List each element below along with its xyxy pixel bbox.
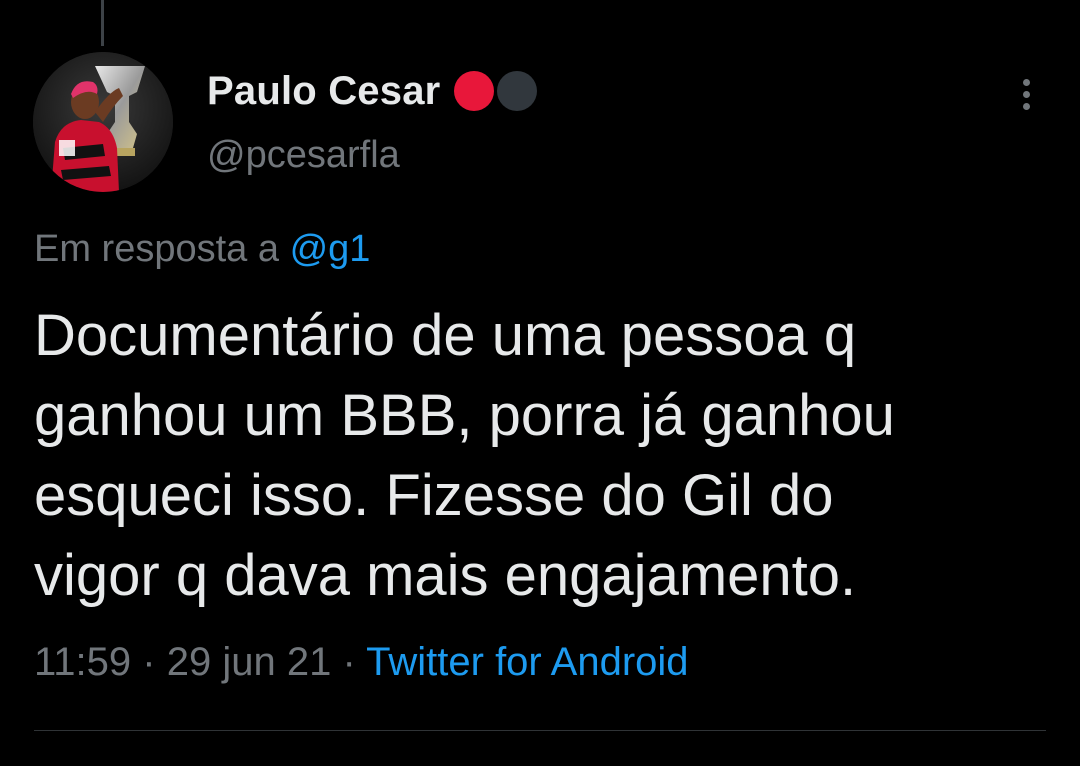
- author-display-name[interactable]: Paulo Cesar: [207, 69, 440, 114]
- tweet-meta: 11:59 · 29 jun 21 · Twitter for Android: [34, 640, 689, 685]
- meta-separator: ·: [342, 640, 356, 684]
- more-options-icon[interactable]: [1008, 72, 1044, 116]
- name-emoji-group: [454, 71, 540, 111]
- avatar[interactable]: [33, 52, 173, 192]
- tweet-text-line: ganhou um BBB, porra já ganhou: [34, 383, 895, 448]
- meta-separator: ·: [142, 640, 156, 684]
- avatar-image: [33, 52, 173, 192]
- reply-mention-link[interactable]: @g1: [290, 228, 371, 270]
- reply-context: Em resposta a @g1: [34, 228, 370, 271]
- reply-prefix: Em resposta a: [34, 228, 279, 270]
- tweet-source-link[interactable]: Twitter for Android: [366, 640, 688, 684]
- tweet-text: Documentário de uma pessoa q ganhou um B…: [34, 296, 1044, 616]
- more-dot: [1022, 90, 1030, 98]
- tweet-date[interactable]: 29 jun 21: [167, 640, 332, 684]
- divider: [34, 730, 1046, 731]
- tweet-text-line: esqueci isso. Fizesse do Gil do: [34, 463, 834, 528]
- author-handle[interactable]: @pcesarfla: [207, 134, 400, 177]
- tweet-time[interactable]: 11:59: [34, 640, 131, 684]
- red-circle-icon: [454, 71, 495, 111]
- thread-connector-line: [101, 0, 104, 46]
- author-name-row[interactable]: Paulo Cesar: [207, 66, 540, 116]
- tweet-text-line: vigor q dava mais engajamento.: [34, 543, 857, 608]
- more-dot: [1022, 78, 1030, 86]
- more-dot: [1022, 102, 1030, 110]
- black-circle-icon: [497, 71, 538, 111]
- tweet-text-line: Documentário de uma pessoa q: [34, 303, 857, 368]
